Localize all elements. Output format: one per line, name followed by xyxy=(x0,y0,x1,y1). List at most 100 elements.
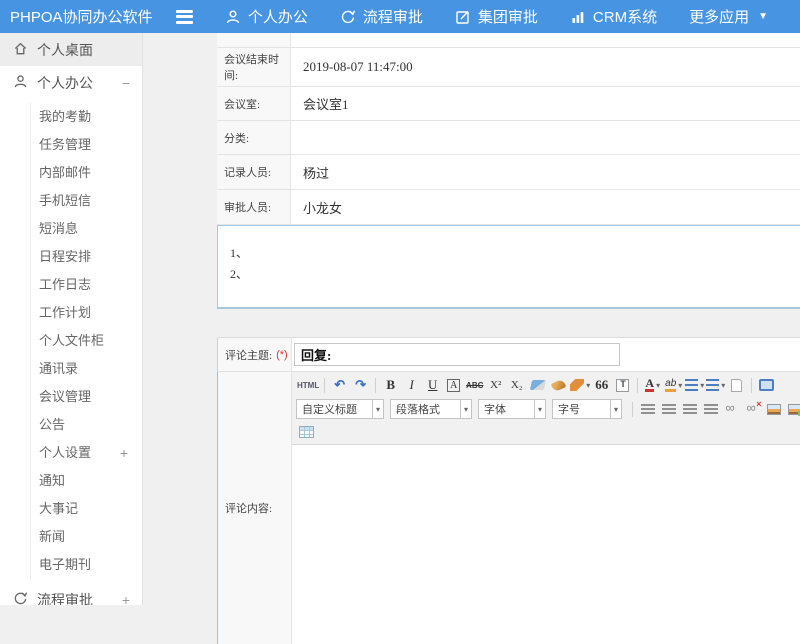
link-icon[interactable] xyxy=(722,399,741,419)
format-brush-icon[interactable] xyxy=(549,375,568,395)
sidebar-item-label: 电子期刊 xyxy=(39,557,91,572)
top-bar: PHPOA协同办公软件 个人办公 流程审批 xyxy=(0,0,800,33)
caret-down-icon[interactable]: ▾ xyxy=(610,400,621,418)
italic-icon[interactable]: I xyxy=(402,375,421,395)
sidebar-item-任务管理[interactable]: 任务管理 xyxy=(31,131,142,159)
eraser-icon[interactable] xyxy=(528,375,547,395)
sidebar-item-短消息[interactable]: 短消息 xyxy=(31,215,142,243)
form-label: 分类: xyxy=(217,121,291,154)
underline-icon[interactable]: U xyxy=(423,375,442,395)
sidebar-item-我的考勤[interactable]: 我的考勤 xyxy=(31,103,142,131)
sidebar-item-个人设置[interactable]: 个人设置+ xyxy=(31,439,142,467)
font-color-icon[interactable]: A▾ xyxy=(643,375,662,395)
bold-icon[interactable]: B xyxy=(381,375,400,395)
nav-item-workflow-approval[interactable]: 流程审批 xyxy=(340,6,423,27)
strikethrough-icon[interactable]: ABC xyxy=(465,375,484,395)
icon-glyph: 66 xyxy=(595,377,608,393)
sidebar-item-desktop[interactable]: 个人桌面 xyxy=(0,33,142,66)
unordered-list-icon[interactable]: ▾ xyxy=(706,375,725,395)
editor-content-area[interactable] xyxy=(292,445,800,644)
sidebar-item-个人文件柜[interactable]: 个人文件柜 xyxy=(31,327,142,355)
table-icon[interactable] xyxy=(297,422,316,442)
color-wand-icon[interactable]: ▾ xyxy=(570,375,590,395)
collapse-icon[interactable]: − xyxy=(122,75,130,91)
sidebar-item-label: 通知 xyxy=(39,473,65,488)
sidebar-item-label: 工作日志 xyxy=(39,277,91,292)
caret-down-icon[interactable]: ▾ xyxy=(460,400,471,418)
new-page-icon[interactable] xyxy=(727,375,746,395)
editor-select-0[interactable]: 自定义标题▾ xyxy=(296,399,384,419)
redo-icon[interactable]: ↷ xyxy=(351,375,370,395)
subscript-icon[interactable]: X₂ xyxy=(507,375,526,395)
sidebar-item-通知[interactable]: 通知 xyxy=(31,467,142,495)
form-value: 杨过 xyxy=(291,155,800,189)
align-right-icon[interactable] xyxy=(680,399,699,419)
editor-toolbar: HTML↶↷BIUAABCX²X₂▾66A▾ab▾▾▾ 自定义标题▾段落格式▾字… xyxy=(292,372,800,445)
form-value xyxy=(291,33,800,47)
icon-glyph: I xyxy=(410,377,414,393)
form-row: 审批人员:小龙女 xyxy=(217,190,800,225)
sidebar-item-label: 会议管理 xyxy=(39,389,91,404)
icon-shape xyxy=(616,379,629,392)
expand-icon[interactable]: + xyxy=(122,592,130,606)
caret-down-icon[interactable]: ▾ xyxy=(372,400,383,418)
sidebar-item-大事记[interactable]: 大事记 xyxy=(31,495,142,523)
sidebar-item-工作日志[interactable]: 工作日志 xyxy=(31,271,142,299)
nav-item-group-approval[interactable]: 集团审批 xyxy=(455,6,538,27)
sidebar-item-personal-office[interactable]: 个人办公 − xyxy=(0,66,142,99)
editor-select-1[interactable]: 段落格式▾ xyxy=(390,399,472,419)
home-icon xyxy=(13,41,28,59)
sidebar-item-手机短信[interactable]: 手机短信 xyxy=(31,187,142,215)
form-label: 记录人员: xyxy=(217,155,291,189)
blockquote-icon[interactable]: 66 xyxy=(592,375,611,395)
comment-subject-cell xyxy=(292,338,800,371)
sidebar-item-workflow-approval[interactable]: 流程审批 + xyxy=(0,583,142,605)
ordered-list-icon[interactable]: ▾ xyxy=(685,375,704,395)
sidebar-item-公告[interactable]: 公告 xyxy=(31,411,142,439)
icon-shape xyxy=(767,404,781,415)
caret-down-icon[interactable]: ▾ xyxy=(534,400,545,418)
superscript-icon[interactable]: X² xyxy=(486,375,505,395)
comment-subject-input[interactable] xyxy=(294,343,620,366)
sidebar-item-会议管理[interactable]: 会议管理 xyxy=(31,383,142,411)
editor-select-2[interactable]: 字体 ▾ xyxy=(478,399,546,419)
insert-image-icon[interactable] xyxy=(785,399,800,419)
undo-icon[interactable]: ↶ xyxy=(330,375,349,395)
hamburger-menu-icon[interactable] xyxy=(176,10,193,24)
highlight-color-icon[interactable]: ab▾ xyxy=(664,375,683,395)
sidebar-item-工作计划[interactable]: 工作计划 xyxy=(31,299,142,327)
icon-glyph: ↷ xyxy=(355,377,366,393)
sidebar-item-通讯录[interactable]: 通讯录 xyxy=(31,355,142,383)
html-source-button[interactable]: HTML xyxy=(297,375,319,395)
sidebar-item-电子期刊[interactable]: 电子期刊 xyxy=(31,551,142,579)
nav-label: 个人办公 xyxy=(248,6,308,27)
icon-glyph: U xyxy=(428,377,437,393)
toolbar-separator xyxy=(324,378,325,393)
icon-glyph: X² xyxy=(490,379,501,391)
meeting-form-table: 会议结束时间:2019-08-07 11:47:00会议室:会议室1分类:记录人… xyxy=(217,33,800,225)
icon-shape xyxy=(662,404,676,415)
caret-down-icon: ▾ xyxy=(586,381,590,390)
form-row-partial xyxy=(217,33,800,48)
sidebar-item-日程安排[interactable]: 日程安排 xyxy=(31,243,142,271)
icon-shape xyxy=(570,379,584,391)
nav-item-more-apps[interactable]: 更多应用 ▼ xyxy=(689,6,768,27)
align-left-icon[interactable] xyxy=(638,399,657,419)
form-row: 会议室:会议室1 xyxy=(217,87,800,121)
expand-icon[interactable]: + xyxy=(120,439,128,467)
justify-icon[interactable] xyxy=(701,399,720,419)
unlink-icon[interactable] xyxy=(743,399,762,419)
select-label: 字体 xyxy=(484,401,529,417)
preview-icon[interactable] xyxy=(757,375,776,395)
font-box-icon[interactable]: A xyxy=(444,375,463,395)
nav-item-crm[interactable]: CRM系统 xyxy=(570,6,657,27)
paste-text-icon[interactable] xyxy=(613,375,632,395)
align-center-icon[interactable] xyxy=(659,399,678,419)
editor-select-3[interactable]: 字号▾ xyxy=(552,399,622,419)
sidebar-item-内部邮件[interactable]: 内部邮件 xyxy=(31,159,142,187)
nav-item-personal-office[interactable]: 个人办公 xyxy=(225,6,308,27)
image-icon[interactable] xyxy=(764,399,783,419)
icon-glyph: ab xyxy=(665,379,676,392)
sidebar-item-新闻[interactable]: 新闻 xyxy=(31,523,142,551)
sidebar-sub-list: 我的考勤任务管理内部邮件手机短信短消息日程安排工作日志工作计划个人文件柜通讯录会… xyxy=(30,103,142,579)
